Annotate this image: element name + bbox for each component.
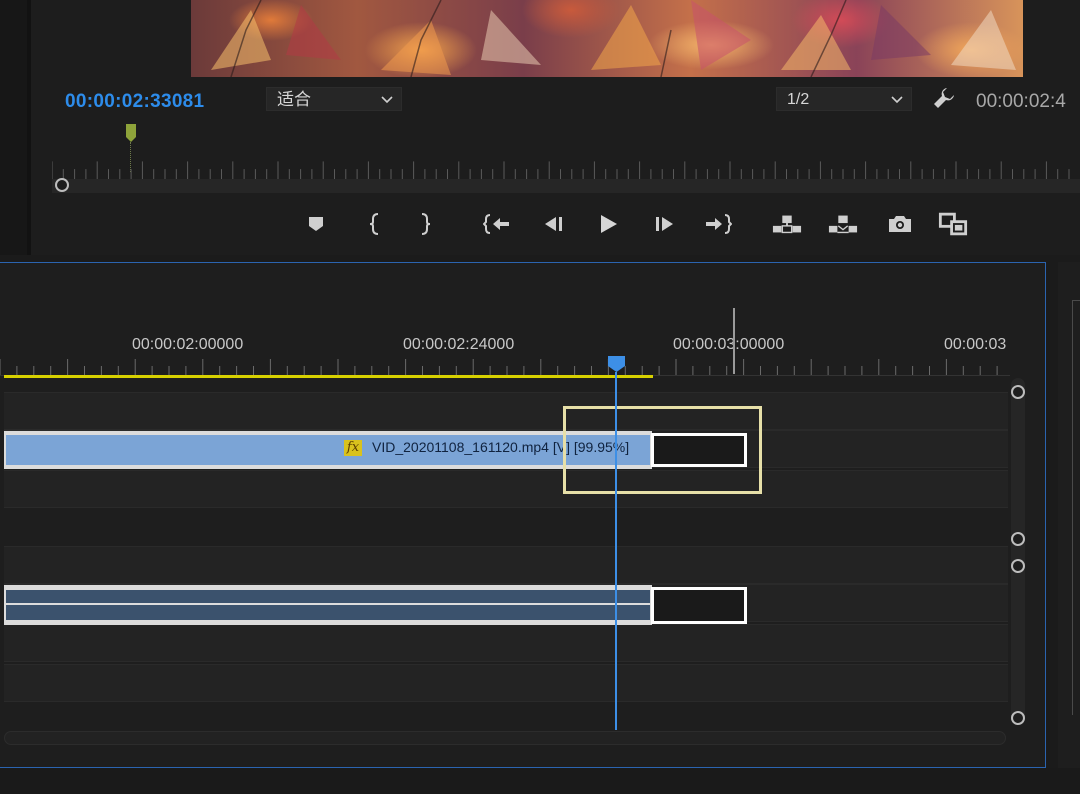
video-clip[interactable]: fx VID_20201108_161120.mp4 [V] [99.95%] (4, 431, 652, 469)
current-timecode[interactable]: 00:00:02:33081 (65, 91, 204, 113)
zoom-fit-value: 适合 (277, 90, 311, 109)
step-back-icon (545, 217, 562, 231)
add-marker-button[interactable] (301, 210, 331, 238)
left-panel (0, 0, 27, 255)
video-scroll-handle-top[interactable] (1011, 385, 1025, 399)
mark-out-icon (421, 213, 431, 235)
lift-button[interactable] (772, 210, 802, 238)
video-scroll-handle-bottom[interactable] (1011, 532, 1025, 546)
monitor-time-ruler[interactable] (52, 157, 1080, 179)
audio-track-row[interactable] (4, 624, 1008, 662)
bottom-bar (0, 768, 1080, 794)
monitor-scroll-handle[interactable] (55, 178, 69, 192)
ruler-label: 00:00:03:00000 (673, 336, 785, 353)
ruler-hover-cursor (733, 308, 735, 374)
annotation-highlight-box (563, 406, 762, 494)
go-to-in-button[interactable] (482, 210, 512, 238)
export-frame-button[interactable] (885, 210, 915, 238)
marker-icon (309, 217, 323, 231)
preview-foliage (211, 0, 1016, 77)
playback-resolution-value: 1/2 (787, 91, 810, 108)
audio-clip[interactable] (4, 585, 652, 625)
panel-divider[interactable] (27, 0, 31, 255)
audio-channel-divider (6, 603, 650, 605)
go-to-out-button[interactable] (703, 210, 733, 238)
step-back-button[interactable] (538, 210, 568, 238)
playhead-line[interactable] (615, 372, 617, 730)
chevron-down-icon (891, 88, 903, 119)
camera-icon (889, 216, 911, 232)
right-panel-frame (1072, 300, 1080, 715)
playback-resolution-dropdown[interactable]: 1/2 (776, 87, 912, 111)
comparison-view-button[interactable] (938, 210, 968, 238)
work-area-bar[interactable] (4, 375, 653, 378)
video-track-row[interactable] (4, 470, 1008, 508)
audio-track-row[interactable] (4, 664, 1008, 702)
audio-clip-body (6, 590, 650, 620)
extract-button[interactable] (828, 210, 858, 238)
zoom-fit-dropdown[interactable]: 适合 (266, 87, 402, 111)
audio-scroll-handle-top[interactable] (1011, 559, 1025, 573)
play-icon (601, 215, 617, 233)
mark-out-button[interactable] (410, 210, 440, 238)
timeline-time-ruler[interactable] (0, 355, 1010, 375)
video-clip-body: fx VID_20201108_161120.mp4 [V] [99.95%] (6, 435, 650, 465)
audio-track-row[interactable] (4, 546, 1008, 584)
ruler-label: 00:00:02:00000 (132, 336, 244, 353)
video-preview (191, 0, 1023, 77)
playhead-handle[interactable] (607, 355, 626, 373)
mark-in-icon (369, 213, 379, 235)
step-forward-icon (656, 217, 673, 231)
duration-timecode: 00:00:02:4 (976, 91, 1066, 112)
fx-badge[interactable]: fx (344, 440, 362, 456)
lift-icon (772, 215, 802, 234)
monitor-zoom-scrollbar[interactable] (52, 179, 1080, 193)
wrench-icon[interactable] (932, 86, 956, 110)
horizontal-scrollbar[interactable] (4, 731, 1006, 745)
play-button[interactable] (593, 210, 623, 238)
monitor-playhead-marker[interactable] (126, 124, 136, 142)
go-to-in-icon (483, 214, 509, 234)
chevron-down-icon (381, 88, 393, 119)
video-track-row[interactable] (4, 392, 1008, 430)
ruler-label: 00:00:02:24000 (403, 336, 515, 353)
extract-icon (828, 215, 858, 234)
comparison-icon (938, 212, 968, 236)
mark-in-button[interactable] (360, 210, 390, 238)
ruler-label: 00:00:03 (944, 336, 1007, 353)
audio-clip-tail[interactable] (651, 587, 747, 624)
vertical-zoom-scrollbar[interactable] (1011, 378, 1025, 723)
go-to-out-icon (706, 214, 732, 234)
step-forward-button[interactable] (650, 210, 680, 238)
audio-scroll-handle-bottom[interactable] (1011, 711, 1025, 725)
